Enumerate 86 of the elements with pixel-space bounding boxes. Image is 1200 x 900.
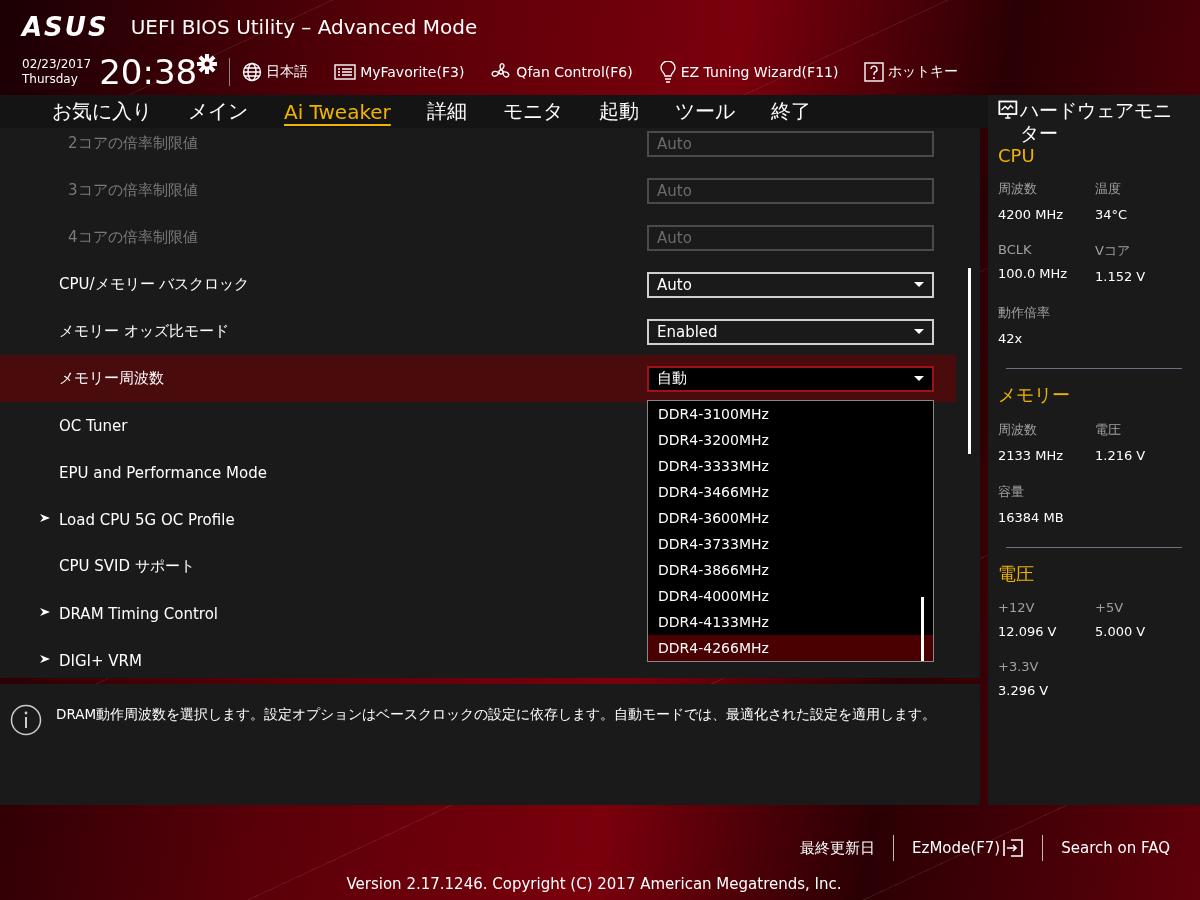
metric-label: 温度 — [1095, 180, 1122, 198]
help-text: DRAM動作周波数を選択します。設定オプションはベースクロックの設定に依存します。自動モードでは、最適化された設定を適用します。 — [56, 705, 937, 724]
info-icon — [10, 704, 42, 736]
setting-label[interactable]: CPU SVID サポート — [59, 557, 647, 576]
caret-icon — [914, 376, 924, 381]
caret-icon — [914, 329, 924, 334]
metric-label: BCLK — [998, 242, 1033, 257]
dropdown-option[interactable]: DDR4-4000MHz — [648, 582, 933, 609]
setting-label[interactable]: メモリー オッズ比モード — [59, 322, 647, 341]
panel-title: ハードウェアモニター — [1019, 99, 1173, 145]
metric-value: 42x — [998, 331, 1024, 346]
metric-value: 4200 MHz — [998, 207, 1065, 222]
metric-label: +12V — [998, 600, 1036, 615]
toolbar-button[interactable]: ホットキー — [864, 62, 959, 82]
toolbar-button[interactable]: EZ Tuning Wizard(F11) — [658, 61, 839, 83]
weekday-text: Thursday — [22, 72, 79, 87]
metric-value: 12.096 V — [998, 624, 1058, 639]
clock-time: 20:38 — [99, 52, 198, 92]
dropdown-select[interactable]: 自動 — [647, 365, 934, 392]
dropdown-option[interactable]: DDR4-3733MHz — [648, 530, 933, 557]
metric-label: 周波数 — [998, 180, 1038, 198]
menu-tab[interactable]: ツール — [674, 98, 735, 125]
monitor-icon — [998, 99, 1018, 121]
arrow-icon — [40, 654, 50, 664]
metric-label: 周波数 — [998, 421, 1038, 439]
metric-label: +3.3V — [998, 659, 1040, 674]
menu-tab[interactable]: 詳細 — [426, 98, 467, 125]
dropdown-option[interactable]: DDR4-3200MHz — [648, 426, 933, 453]
caret-icon — [914, 282, 924, 287]
setting-label[interactable]: CPU/メモリー バスクロック — [59, 275, 647, 294]
asus-logo: ASUS — [22, 12, 109, 42]
dropdown-select[interactable]: Enabled — [647, 318, 934, 345]
dropdown-option[interactable]: DDR4-4133MHz — [648, 608, 933, 635]
setting-label[interactable]: EPU and Performance Mode — [59, 463, 647, 482]
dropdown-option[interactable]: DDR4-3333MHz — [648, 452, 933, 479]
exit-icon — [1002, 838, 1025, 858]
footer-link[interactable]: 最終更新日 — [782, 838, 894, 858]
metric-label: 電圧 — [1095, 421, 1122, 439]
date-text: 02/23/2017 — [22, 57, 92, 72]
dropdown-option[interactable]: DDR4-3466MHz — [648, 478, 933, 505]
setting-label[interactable]: Load CPU 5G OC Profile — [59, 510, 647, 529]
arrow-icon — [40, 513, 50, 523]
metric-label: Vコア — [1095, 242, 1131, 260]
menu-tab[interactable]: メイン — [188, 98, 248, 125]
dropdown-option[interactable]: DDR4-3866MHz — [648, 556, 933, 583]
footer-link[interactable]: EzMode(F7) — [894, 838, 1043, 858]
section-heading: 電圧 — [998, 562, 1035, 586]
footer-link[interactable]: Search on FAQ — [1043, 839, 1188, 857]
toolbar-button[interactable]: 日本語 — [242, 62, 309, 82]
help-icon — [864, 62, 885, 82]
metric-value: 5.000 V — [1095, 624, 1147, 639]
version-text: Version 2.17.1246. Copyright (C) 2017 American Megatrends, Inc. — [346, 875, 842, 893]
settings-icon[interactable] — [197, 54, 218, 74]
metric-value: 1.216 V — [1095, 448, 1147, 463]
dropdown-select[interactable]: Auto — [647, 271, 934, 298]
menu-tab[interactable]: Ai Tweaker — [284, 99, 391, 124]
globe-icon — [242, 62, 263, 82]
setting-label[interactable]: DRAM Timing Control — [59, 604, 647, 623]
section-heading: CPU — [998, 145, 1036, 166]
metric-label: +5V — [1095, 600, 1125, 615]
toolbar-button[interactable]: Qfan Control(F6) — [490, 61, 633, 83]
window-title: UEFI BIOS Utility – Advanced Mode — [130, 15, 478, 39]
metric-value: 3.296 V — [998, 683, 1050, 698]
lightbulb-icon — [658, 61, 677, 83]
metric-value: 1.152 V — [1095, 269, 1147, 284]
metric-value: 100.0 MHz — [998, 266, 1069, 281]
menu-tab[interactable]: お気に入り — [52, 98, 152, 125]
metric-value: 2133 MHz — [998, 448, 1065, 463]
toolbar-button[interactable]: MyFavorite(F3) — [334, 64, 465, 80]
menu-tab[interactable]: 終了 — [770, 98, 811, 125]
metric-label: 動作倍率 — [998, 304, 1051, 322]
arrow-icon — [40, 607, 50, 617]
setting-label[interactable]: OC Tuner — [59, 416, 647, 435]
metric-value: 34°C — [1095, 207, 1129, 222]
dropdown-option[interactable]: DDR4-3100MHz — [648, 400, 933, 427]
metric-value: 16384 MB — [998, 510, 1065, 525]
menu-tab[interactable]: モニタ — [502, 98, 563, 125]
setting-label[interactable]: メモリー周波数 — [59, 369, 647, 388]
scrollbar-thumb[interactable] — [968, 268, 971, 454]
section-heading: メモリー — [998, 383, 1071, 407]
metric-label: 容量 — [998, 483, 1025, 501]
list-icon — [334, 64, 357, 80]
scrollbar-thumb[interactable] — [921, 596, 924, 661]
dropdown-option[interactable]: DDR4-3600MHz — [648, 504, 933, 531]
menu-tab[interactable]: 起動 — [598, 98, 639, 125]
dropdown-option[interactable]: DDR4-4266MHz — [648, 634, 933, 661]
